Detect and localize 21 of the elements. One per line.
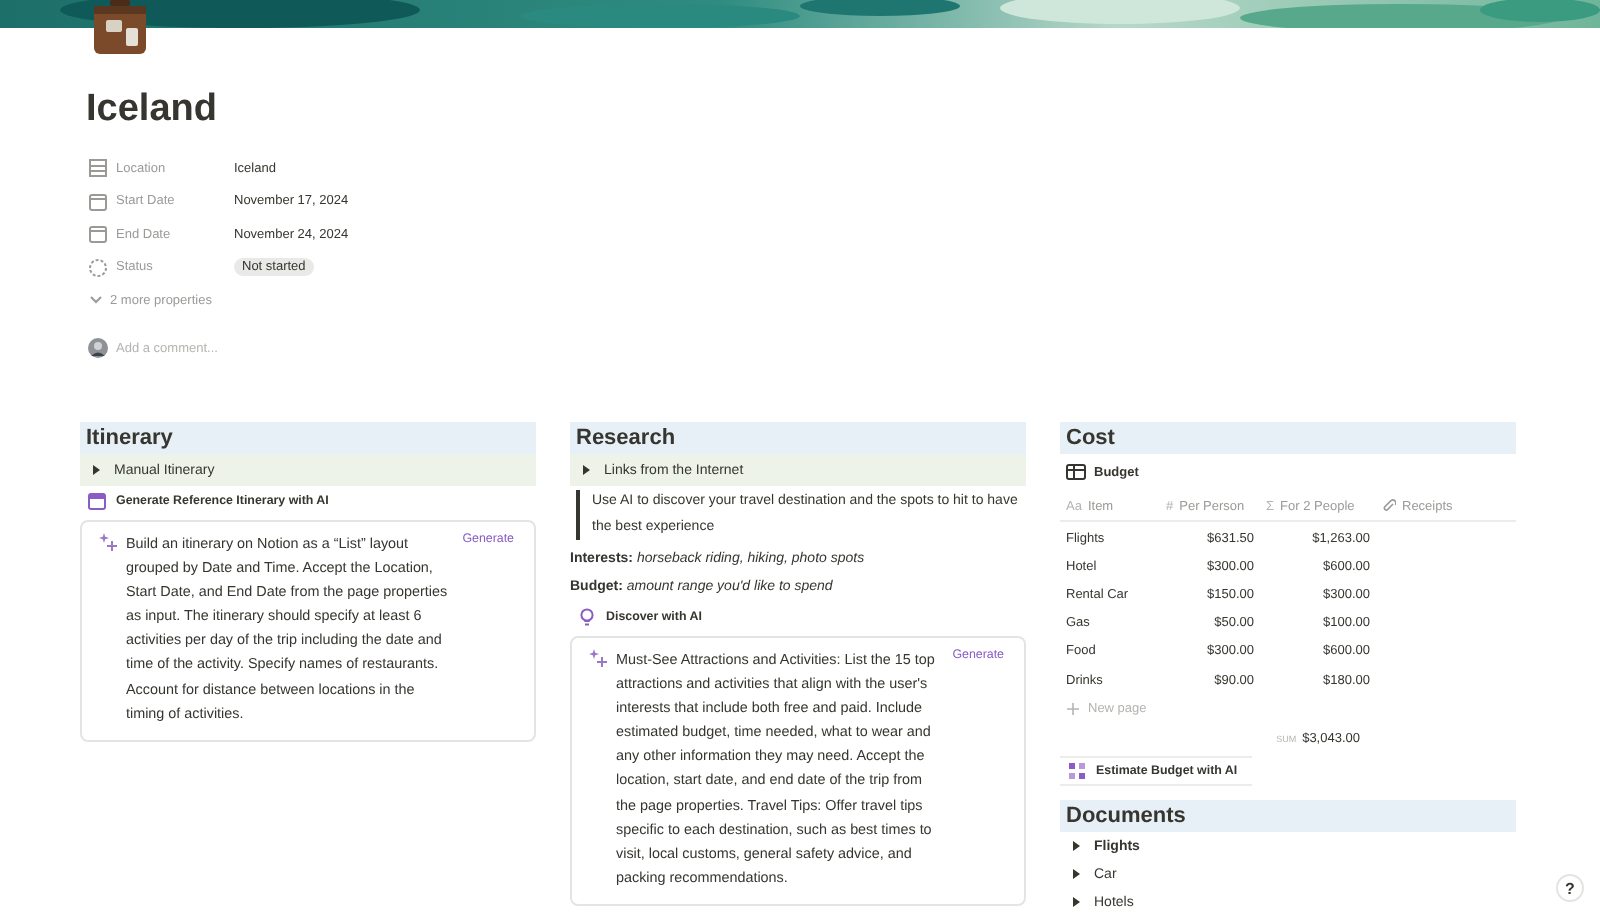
table-icon (1066, 464, 1086, 482)
lightbulb-icon (578, 608, 596, 626)
calendar-icon (88, 492, 106, 510)
dashed-circle-icon (88, 257, 108, 278)
help-button[interactable]: ? (1556, 874, 1584, 902)
section-heading: Research (570, 422, 1026, 454)
section-heading: Itinerary (80, 422, 536, 454)
chevron-icon (88, 292, 104, 308)
list-icon (88, 158, 108, 179)
suitcase-icon (90, 0, 150, 56)
grid-icon (1068, 762, 1086, 781)
sparkle-icon (588, 648, 608, 668)
paperclip-icon (1382, 498, 1396, 514)
sparkle-icon (98, 532, 118, 552)
page-title: Iceland (86, 86, 219, 134)
calendar-icon (88, 191, 108, 212)
section-heading: Cost (1060, 422, 1516, 454)
plus-icon (1066, 702, 1080, 717)
section-heading: Documents (1060, 800, 1516, 833)
calendar-icon (88, 224, 108, 245)
avatar-icon (88, 338, 108, 358)
